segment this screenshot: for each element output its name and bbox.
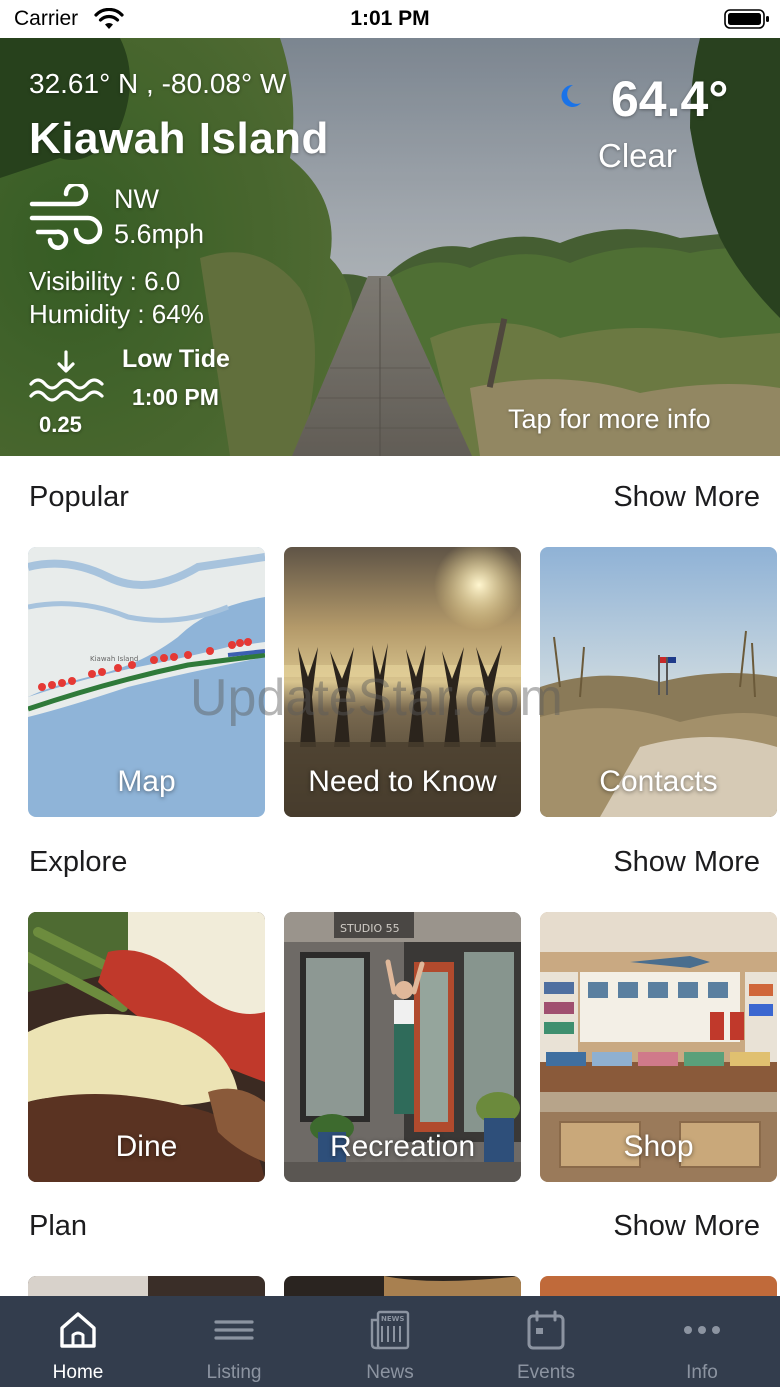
popular-section-header: Popular Show More xyxy=(29,481,760,521)
home-icon xyxy=(60,1312,96,1348)
svg-text:STUDIO 55: STUDIO 55 xyxy=(340,922,400,935)
card-label: Dine xyxy=(115,1130,178,1163)
tab-info[interactable]: Info xyxy=(624,1296,780,1387)
tab-label: News xyxy=(366,1362,414,1383)
clock-label: 1:01 PM xyxy=(350,7,430,30)
card-recreation[interactable]: STUDIO 55 Recreation xyxy=(284,912,521,1182)
tab-listing[interactable]: Listing xyxy=(156,1296,312,1387)
tab-home[interactable]: Home xyxy=(0,1296,156,1387)
tide-height-label: 0.25 xyxy=(39,412,82,437)
tab-events[interactable]: Events xyxy=(468,1296,624,1387)
explore-section-header: Explore Show More xyxy=(29,846,760,886)
card-label: Need to Know xyxy=(308,765,497,798)
coordinates-label: 32.61° N , -80.08° W xyxy=(29,68,287,99)
svg-text:NEWS: NEWS xyxy=(381,1315,404,1323)
wind-direction-label: NW xyxy=(114,184,159,214)
card-label: Contacts xyxy=(599,765,718,798)
news-icon: NEWS xyxy=(370,1310,410,1350)
card-label: Recreation xyxy=(329,1130,476,1163)
tab-label: Info xyxy=(686,1362,718,1383)
card-need-to-know[interactable]: Need to Know xyxy=(284,547,521,817)
battery-icon xyxy=(724,9,769,29)
show-more-button[interactable]: Show More xyxy=(613,1210,760,1243)
card-contacts[interactable]: Contacts xyxy=(540,547,777,817)
tab-label: Events xyxy=(516,1362,576,1383)
card-label: Map xyxy=(117,765,176,798)
tab-label: Home xyxy=(52,1362,104,1383)
card-map[interactable]: Kiawah Island Map xyxy=(28,547,265,817)
tide-down-icon xyxy=(29,350,104,402)
condition-label: Clear xyxy=(598,137,677,174)
calendar-icon xyxy=(527,1310,565,1350)
temperature-label: 64.4° xyxy=(611,71,729,127)
card-shop[interactable]: Shop xyxy=(540,912,777,1182)
svg-text:Kiawah Island: Kiawah Island xyxy=(90,655,138,663)
tab-bar: Home Listing NEWS News Events Info xyxy=(0,1296,780,1387)
status-bar: Carrier 1:01 PM xyxy=(0,0,780,38)
tab-label: Listing xyxy=(206,1362,262,1383)
tab-news[interactable]: NEWS News xyxy=(312,1296,468,1387)
wind-speed-label: 5.6mph xyxy=(114,219,205,249)
card-label: Shop xyxy=(623,1130,694,1163)
plan-section-header: Plan Show More xyxy=(29,1210,760,1250)
card-dine[interactable]: Dine xyxy=(28,912,265,1182)
weather-hero[interactable]: 32.61° N , -80.08° W Kiawah Island NW 5.… xyxy=(0,38,780,456)
show-more-button[interactable]: Show More xyxy=(613,846,760,879)
listing-icon xyxy=(214,1320,254,1340)
tide-time-label: 1:00 PM xyxy=(132,384,219,410)
more-info-hint[interactable]: Tap for more info xyxy=(508,404,711,435)
visibility-label: Visibility : 6.0 xyxy=(29,266,181,296)
section-title: Plan xyxy=(29,1210,88,1242)
moon-icon xyxy=(561,84,581,107)
humidity-label: Humidity : 64% xyxy=(29,299,204,329)
tide-type-label: Low Tide xyxy=(122,345,230,373)
section-title: Popular xyxy=(29,481,129,513)
location-title: Kiawah Island xyxy=(29,114,329,163)
wind-icon xyxy=(29,184,103,250)
show-more-button[interactable]: Show More xyxy=(613,481,760,514)
more-icon xyxy=(684,1326,720,1334)
section-title: Explore xyxy=(29,846,128,878)
